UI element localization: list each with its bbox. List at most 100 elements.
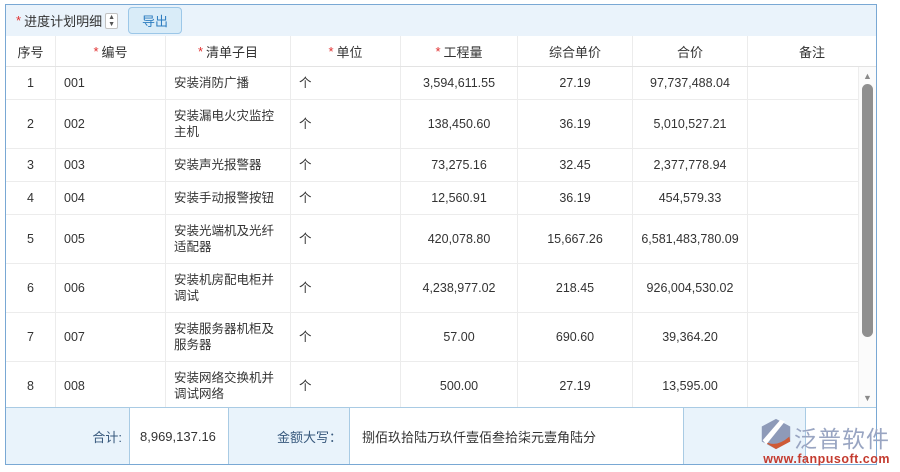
cell-quantity[interactable]: 3,594,611.55: [401, 67, 518, 99]
cell-remark[interactable]: [748, 67, 858, 99]
column-header[interactable]: * 单位: [291, 36, 401, 66]
cell-quantity[interactable]: 138,450.60: [401, 100, 518, 148]
required-asterisk: *: [328, 43, 334, 59]
table-row[interactable]: 1 001 安装消防广播 个 3,594,611.55 27.19 97,737…: [6, 67, 858, 100]
scroll-down-icon[interactable]: ▼: [859, 393, 876, 403]
cell-item[interactable]: 安装声光报警器: [166, 149, 291, 181]
cell-total: 13,595.00: [633, 362, 748, 407]
cell-seq: 5: [6, 215, 56, 263]
cell-unit-price[interactable]: 15,667.26: [518, 215, 633, 263]
cell-total: 5,010,527.21: [633, 100, 748, 148]
footer-end-cell: [805, 408, 876, 464]
footer-spacer: [684, 408, 805, 464]
table-footer: 合计: 8,969,137.16 金额大写： 捌佰玖拾陆万玖仟壹佰叁拾柒元壹角陆…: [6, 407, 876, 464]
cell-item[interactable]: 安装漏电火灾监控主机: [166, 100, 291, 148]
cell-item[interactable]: 安装网络交换机并调试网络: [166, 362, 291, 407]
cell-code[interactable]: 006: [56, 264, 166, 312]
table-row[interactable]: 6 006 安装机房配电柜并调试 个 4,238,977.02 218.45 9…: [6, 264, 858, 313]
cell-total: 6,581,483,780.09: [633, 215, 748, 263]
capital-amount-value: 捌佰玖拾陆万玖仟壹佰叁拾柒元壹角陆分: [349, 408, 684, 464]
cell-unit[interactable]: 个: [291, 313, 401, 361]
cell-quantity[interactable]: 4,238,977.02: [401, 264, 518, 312]
required-asterisk: *: [16, 13, 22, 28]
cell-code[interactable]: 007: [56, 313, 166, 361]
scrollbar-thumb[interactable]: [862, 84, 873, 337]
cell-unit-price[interactable]: 27.19: [518, 67, 633, 99]
cell-item[interactable]: 安装消防广播: [166, 67, 291, 99]
cell-quantity[interactable]: 73,275.16: [401, 149, 518, 181]
table-row[interactable]: 5 005 安装光端机及光纤适配器 个 420,078.80 15,667.26…: [6, 215, 858, 264]
cell-total: 926,004,530.02: [633, 264, 748, 312]
cell-quantity[interactable]: 420,078.80: [401, 215, 518, 263]
cell-code[interactable]: 003: [56, 149, 166, 181]
cell-item[interactable]: 安装机房配电柜并调试: [166, 264, 291, 312]
cell-quantity[interactable]: 57.00: [401, 313, 518, 361]
required-asterisk: *: [435, 43, 441, 59]
cell-code[interactable]: 005: [56, 215, 166, 263]
column-header-label: 单位: [336, 44, 363, 60]
column-header[interactable]: 合价: [633, 36, 748, 66]
cell-quantity[interactable]: 12,560.91: [401, 182, 518, 214]
column-header[interactable]: 综合单价: [518, 36, 633, 66]
cell-seq: 8: [6, 362, 56, 407]
column-header[interactable]: * 清单子目: [166, 36, 291, 66]
cell-unit[interactable]: 个: [291, 100, 401, 148]
spinner-up-icon[interactable]: ▲: [108, 14, 115, 21]
column-header[interactable]: 备注: [748, 36, 876, 66]
cell-item[interactable]: 安装服务器机柜及服务器: [166, 313, 291, 361]
cell-remark[interactable]: [748, 313, 858, 361]
cell-unit[interactable]: 个: [291, 264, 401, 312]
cell-remark[interactable]: [748, 215, 858, 263]
cell-seq: 4: [6, 182, 56, 214]
panel-title: 进度计划明细: [24, 14, 103, 29]
cell-unit-price[interactable]: 690.60: [518, 313, 633, 361]
table-body-wrap: 1 001 安装消防广播 个 3,594,611.55 27.19 97,737…: [6, 67, 876, 407]
cell-unit[interactable]: 个: [291, 362, 401, 407]
column-header-label: 清单子目: [206, 44, 259, 60]
total-label: 合计:: [92, 429, 122, 445]
cell-code[interactable]: 002: [56, 100, 166, 148]
column-header[interactable]: 序号: [6, 36, 56, 66]
column-header[interactable]: * 工程量: [401, 36, 518, 66]
cell-code[interactable]: 001: [56, 67, 166, 99]
cell-unit-price[interactable]: 218.45: [518, 264, 633, 312]
cell-unit-price[interactable]: 36.19: [518, 182, 633, 214]
cell-code[interactable]: 008: [56, 362, 166, 407]
cell-seq: 2: [6, 100, 56, 148]
cell-quantity[interactable]: 500.00: [401, 362, 518, 407]
table-row[interactable]: 4 004 安装手动报警按钮 个 12,560.91 36.19 454,579…: [6, 182, 858, 215]
cell-unit-price[interactable]: 27.19: [518, 362, 633, 407]
cell-item[interactable]: 安装光端机及光纤适配器: [166, 215, 291, 263]
vertical-scrollbar[interactable]: ▲ ▼: [858, 67, 876, 407]
cell-unit-price[interactable]: 36.19: [518, 100, 633, 148]
cell-unit[interactable]: 个: [291, 215, 401, 263]
table-body-rows: 1 001 安装消防广播 个 3,594,611.55 27.19 97,737…: [6, 67, 858, 407]
export-button[interactable]: 导出: [128, 7, 183, 34]
table-row[interactable]: 3 003 安装声光报警器 个 73,275.16 32.45 2,377,77…: [6, 149, 858, 182]
cell-item[interactable]: 安装手动报警按钮: [166, 182, 291, 214]
scroll-up-icon[interactable]: ▲: [859, 71, 876, 81]
cell-remark[interactable]: [748, 182, 858, 214]
cell-total: 2,377,778.94: [633, 149, 748, 181]
cell-unit[interactable]: 个: [291, 67, 401, 99]
spinner-down-icon[interactable]: ▼: [108, 21, 115, 28]
cell-unit-price[interactable]: 32.45: [518, 149, 633, 181]
table-row[interactable]: 2 002 安装漏电火灾监控主机 个 138,450.60 36.19 5,01…: [6, 100, 858, 149]
column-header[interactable]: * 编号: [56, 36, 166, 66]
sort-spinner[interactable]: ▲ ▼: [105, 12, 119, 29]
total-value: 8,969,137.16: [129, 408, 229, 464]
cell-unit[interactable]: 个: [291, 149, 401, 181]
cell-remark[interactable]: [748, 100, 858, 148]
cell-unit[interactable]: 个: [291, 182, 401, 214]
column-header-label: 编号: [101, 44, 128, 60]
cell-remark[interactable]: [748, 264, 858, 312]
cell-code[interactable]: 004: [56, 182, 166, 214]
table-row[interactable]: 7 007 安装服务器机柜及服务器 个 57.00 690.60 39,364.…: [6, 313, 858, 362]
table-row[interactable]: 8 008 安装网络交换机并调试网络 个 500.00 27.19 13,595…: [6, 362, 858, 407]
cell-remark[interactable]: [748, 362, 858, 407]
cell-total: 39,364.20: [633, 313, 748, 361]
progress-plan-panel: * 进度计划明细 ▲ ▼ 导出 序号 * 编号 * 清单子目 * 单位 * 工程量 综合单价 合价备…: [5, 4, 877, 465]
column-header-label: 综合单价: [548, 44, 601, 60]
cell-remark[interactable]: [748, 149, 858, 181]
cell-seq: 3: [6, 149, 56, 181]
